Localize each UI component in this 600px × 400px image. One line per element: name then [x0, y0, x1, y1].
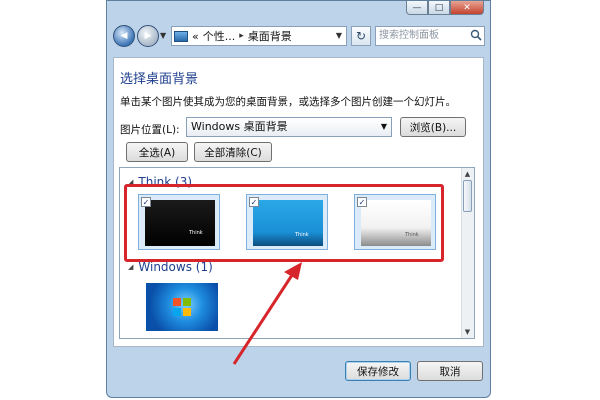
wallpaper-preview-windows7 [146, 283, 218, 331]
navigation-bar: ◀ ▶ ▼ « 个性... ▸ 桌面背景 ▼ ↻ 搜索控制面板 [113, 21, 485, 53]
scroll-up-icon[interactable]: ▲ [462, 168, 473, 180]
collapse-triangle-icon: ◢ [128, 263, 134, 271]
cancel-button[interactable]: 取消 [417, 361, 483, 381]
scroll-down-icon[interactable]: ▼ [462, 326, 473, 338]
scroll-thumb[interactable] [463, 180, 472, 212]
page-description: 单击某个图片使其成为您的桌面背景，或选择多个图片创建一个幻灯片。 [120, 96, 456, 108]
save-changes-button[interactable]: 保存修改 [345, 361, 411, 381]
search-input[interactable]: 搜索控制面板 [375, 26, 485, 46]
maximize-button[interactable]: □ [428, 1, 450, 15]
chevron-down-icon: ▼ [380, 122, 387, 131]
refresh-button[interactable]: ↻ [351, 26, 371, 46]
refresh-icon: ↻ [355, 29, 367, 43]
breadcrumb-personalization[interactable]: 个性... [203, 28, 236, 44]
forward-arrow-icon: ▶ [144, 31, 152, 41]
group-name: Windows (1) [138, 260, 213, 274]
caption-buttons: — □ ✕ [406, 1, 484, 15]
select-all-button[interactable]: 全选(A) [126, 142, 188, 162]
group-header-windows[interactable]: ◢ Windows (1) [128, 260, 213, 274]
control-panel-icon [174, 30, 188, 42]
back-arrow-icon: ◀ [120, 31, 128, 41]
minimize-button[interactable]: — [406, 1, 428, 15]
page-title: 选择桌面背景 [120, 72, 199, 87]
picture-location-select[interactable]: Windows 桌面背景 ▼ [186, 117, 392, 137]
address-dropdown-icon[interactable]: ▼ [336, 31, 342, 40]
close-button[interactable]: ✕ [450, 1, 484, 15]
browse-button[interactable]: 浏览(B)... [400, 117, 466, 137]
back-button[interactable]: ◀ [113, 25, 135, 47]
breadcrumb-overflow[interactable]: « [192, 30, 199, 43]
wallpaper-thumbnail[interactable] [138, 280, 220, 336]
picture-location-label: 图片位置(L): [120, 124, 180, 136]
search-placeholder: 搜索控制面板 [379, 30, 439, 41]
address-bar[interactable]: « 个性... ▸ 桌面背景 ▼ [171, 26, 347, 46]
recent-pages-dropdown-icon[interactable]: ▼ [160, 31, 166, 40]
search-icon [470, 29, 482, 41]
gallery-scrollbar[interactable]: ▲ ▼ [461, 168, 474, 338]
breadcrumb-separator-icon[interactable]: ▸ [239, 31, 244, 41]
clear-all-button[interactable]: 全部清除(C) [194, 142, 272, 162]
forward-button[interactable]: ▶ [137, 25, 159, 47]
breadcrumb-desktop-background[interactable]: 桌面背景 [248, 28, 292, 44]
windows-logo-icon [173, 298, 191, 316]
picture-location-value: Windows 桌面背景 [191, 120, 288, 133]
annotation-highlight-box [124, 184, 444, 262]
